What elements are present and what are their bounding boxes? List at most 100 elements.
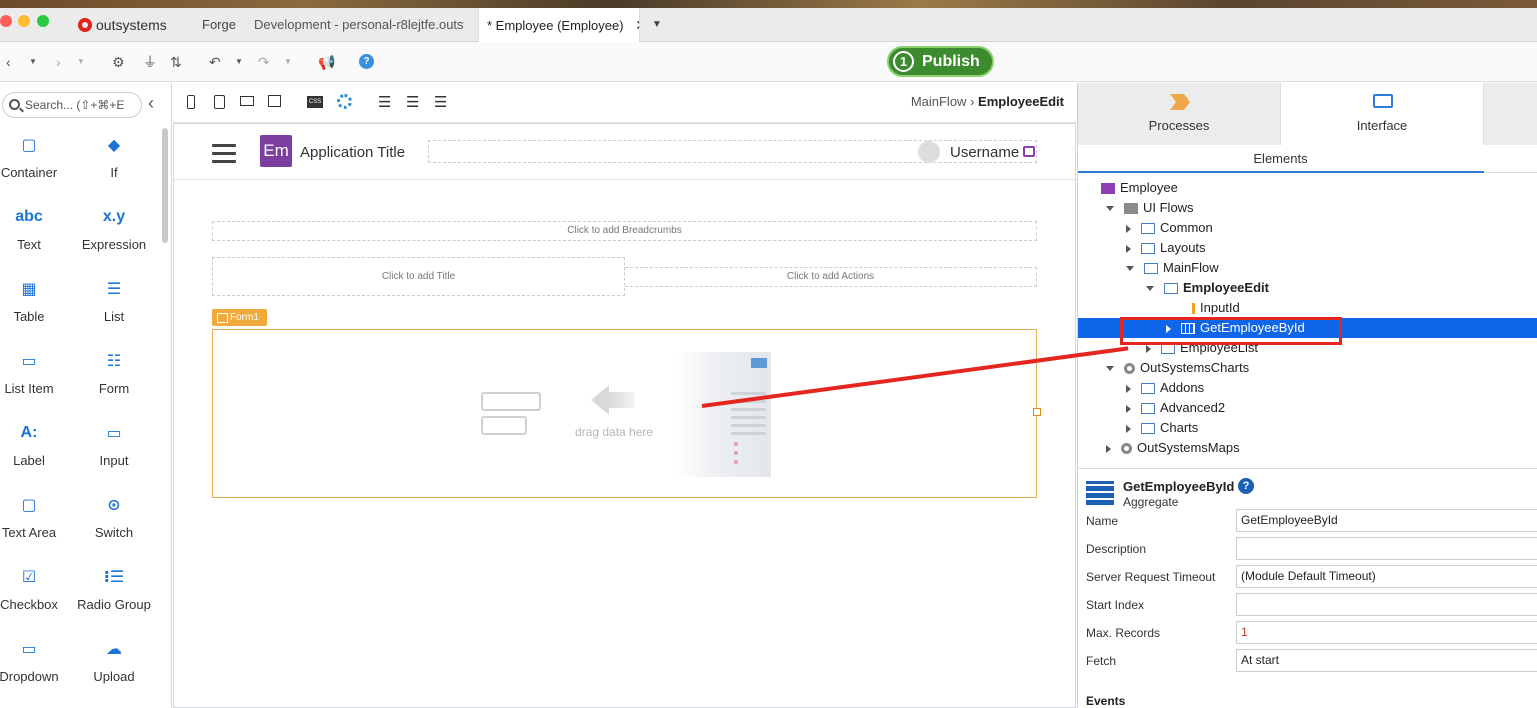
tree-item-label: Employee bbox=[1120, 180, 1178, 195]
actions-placeholder[interactable]: Click to add Actions bbox=[625, 267, 1037, 287]
app-logo[interactable]: Em bbox=[260, 135, 292, 167]
publish-button[interactable]: 1 Publish bbox=[887, 46, 994, 77]
help-icon[interactable]: ? bbox=[1238, 478, 1254, 494]
tablet-preview-icon[interactable] bbox=[214, 95, 225, 109]
expand-caret-icon[interactable] bbox=[1146, 344, 1151, 353]
breadcrumbs-placeholder[interactable]: Click to add Breadcrumbs bbox=[212, 221, 1037, 241]
palette-item-label: Container bbox=[0, 165, 58, 180]
screen-page[interactable]: Em Application Title Username Click to a… bbox=[173, 123, 1076, 708]
property-value-field[interactable]: (Module Default Timeout) bbox=[1236, 565, 1537, 588]
align-right-icon[interactable]: ☰ bbox=[434, 93, 447, 111]
undo-dropdown-icon[interactable]: ▼ bbox=[235, 52, 243, 72]
user-info-placeholder[interactable]: Username bbox=[428, 140, 1037, 163]
tree-item-charts[interactable]: Charts bbox=[1126, 418, 1198, 438]
expand-caret-icon[interactable] bbox=[1126, 404, 1131, 413]
desktop-preview-icon[interactable] bbox=[240, 96, 254, 106]
settings-gear-icon[interactable]: ⚙ bbox=[112, 52, 125, 72]
logout-icon[interactable] bbox=[1023, 146, 1035, 157]
palette-item-input[interactable]: ▭ Input bbox=[74, 419, 154, 469]
collapse-caret-icon[interactable] bbox=[1126, 266, 1134, 272]
tab-forge[interactable]: Forge bbox=[202, 8, 236, 42]
tree-item-layouts[interactable]: Layouts bbox=[1126, 238, 1206, 258]
property-value-field[interactable]: At start bbox=[1236, 649, 1537, 672]
tree-item-employee[interactable]: Employee bbox=[1086, 178, 1178, 198]
forward-icon[interactable]: › bbox=[56, 52, 61, 72]
form-tag[interactable]: Form1 bbox=[212, 309, 267, 326]
collapse-palette-chevron-icon[interactable]: ‹ bbox=[148, 93, 154, 114]
compare-merge-icon[interactable]: ⇅ bbox=[170, 52, 182, 72]
widget-search-input[interactable]: Search... (⇧+⌘+E bbox=[2, 92, 142, 118]
property-value-field[interactable]: 1 bbox=[1236, 621, 1537, 644]
tree-item-advanced2[interactable]: Advanced2 bbox=[1126, 398, 1225, 418]
expand-caret-icon[interactable] bbox=[1126, 224, 1131, 233]
expand-caret-icon[interactable] bbox=[1126, 384, 1131, 393]
tab-elements[interactable]: Elements bbox=[1238, 151, 1323, 166]
back-history-dropdown-icon[interactable]: ▼ bbox=[29, 52, 37, 72]
palette-item-checkbox[interactable]: ☑ Checkbox bbox=[0, 563, 69, 613]
palette-item-container[interactable]: ▢ Container bbox=[0, 131, 69, 181]
collapse-caret-icon[interactable] bbox=[1106, 206, 1114, 212]
close-window-button[interactable] bbox=[0, 15, 12, 27]
tree-item-mainflow[interactable]: MainFlow bbox=[1126, 258, 1219, 278]
collapse-caret-icon[interactable] bbox=[1146, 286, 1154, 292]
close-tab-icon[interactable]: ✕ bbox=[635, 17, 639, 33]
minimize-window-button[interactable] bbox=[18, 15, 30, 27]
tree-item-addons[interactable]: Addons bbox=[1126, 378, 1204, 398]
phone-preview-icon[interactable] bbox=[187, 95, 195, 109]
breadcrumb-flow[interactable]: MainFlow bbox=[911, 94, 967, 109]
tree-item-outsystemscharts[interactable]: OutSystemsCharts bbox=[1106, 358, 1249, 378]
tab-employee-module[interactable]: * Employee (Employee) ✕ bbox=[478, 8, 640, 42]
tree-item-employeeedit[interactable]: EmployeeEdit bbox=[1146, 278, 1269, 298]
property-row: Start Index bbox=[1086, 593, 1537, 617]
expand-caret-icon[interactable] bbox=[1126, 244, 1131, 253]
redo-dropdown-icon[interactable]: ▼ bbox=[284, 52, 292, 72]
rotate-preview-icon[interactable] bbox=[268, 95, 281, 107]
palette-item-upload[interactable]: ☁ Upload bbox=[74, 635, 154, 685]
expand-caret-icon[interactable] bbox=[1106, 444, 1111, 453]
form-widget[interactable]: drag data here bbox=[212, 329, 1041, 498]
collapse-caret-icon[interactable] bbox=[1106, 366, 1114, 372]
drag-data-hint: drag data here bbox=[575, 425, 654, 439]
tree-item-label: Layouts bbox=[1160, 240, 1206, 255]
resize-handle[interactable] bbox=[1033, 408, 1041, 416]
palette-item-if[interactable]: ◆ If bbox=[74, 131, 154, 181]
palette-item-text[interactable]: abc Text bbox=[0, 203, 69, 253]
tree-item-inputid[interactable]: InputId bbox=[1166, 298, 1240, 318]
redo-icon[interactable]: ↷ bbox=[258, 52, 270, 72]
tree-item-common[interactable]: Common bbox=[1126, 218, 1213, 238]
zoom-window-button[interactable] bbox=[37, 15, 49, 27]
palette-item-form[interactable]: ☷ Form bbox=[74, 347, 154, 397]
app-title[interactable]: Application Title bbox=[300, 144, 405, 161]
drag-illustration-field bbox=[481, 392, 541, 411]
tabs-dropdown-icon[interactable]: ▼ bbox=[652, 8, 662, 42]
title-placeholder[interactable]: Click to add Title bbox=[212, 257, 625, 296]
palette-item-text-area[interactable]: ▢ Text Area bbox=[0, 491, 69, 541]
css-editor-icon[interactable]: CSS bbox=[307, 96, 323, 108]
palette-item-list[interactable]: ☰ List bbox=[74, 275, 154, 325]
plug-icon[interactable]: ⏚ bbox=[143, 52, 157, 72]
help-icon[interactable]: ? bbox=[359, 54, 374, 69]
palette-item-dropdown[interactable]: ▭ Dropdown bbox=[0, 635, 69, 685]
tab-development[interactable]: Development - personal-r8lejtfe.outsys bbox=[254, 8, 464, 42]
theme-icon[interactable] bbox=[337, 94, 352, 109]
menu-hamburger-icon[interactable] bbox=[212, 144, 236, 168]
expand-caret-icon[interactable] bbox=[1126, 424, 1131, 433]
megaphone-icon[interactable]: 📢 bbox=[318, 52, 335, 72]
align-center-icon[interactable]: ☰ bbox=[406, 93, 419, 111]
property-value-field[interactable] bbox=[1236, 537, 1537, 560]
palette-scrollbar[interactable] bbox=[162, 128, 168, 243]
palette-item-switch[interactable]: ⊙ Switch bbox=[74, 491, 154, 541]
palette-item-expression[interactable]: x.y Expression bbox=[74, 203, 154, 253]
palette-item-label[interactable]: A: Label bbox=[0, 419, 69, 469]
palette-item-table[interactable]: ▦ Table bbox=[0, 275, 69, 325]
undo-icon[interactable]: ↶ bbox=[209, 52, 221, 72]
palette-item-radio-group[interactable]: ⁝☰ Radio Group bbox=[74, 563, 154, 613]
back-icon[interactable]: ‹ bbox=[6, 52, 11, 72]
property-value-field[interactable]: GetEmployeeById bbox=[1236, 509, 1537, 532]
property-value-field[interactable] bbox=[1236, 593, 1537, 616]
tree-item-outsystemsmaps[interactable]: OutSystemsMaps bbox=[1106, 438, 1240, 458]
forward-history-dropdown-icon[interactable]: ▼ bbox=[77, 52, 85, 72]
palette-item-list-item[interactable]: ▭ List Item bbox=[0, 347, 69, 397]
align-left-icon[interactable]: ☰ bbox=[378, 93, 391, 111]
tree-item-ui flows[interactable]: UI Flows bbox=[1106, 198, 1194, 218]
